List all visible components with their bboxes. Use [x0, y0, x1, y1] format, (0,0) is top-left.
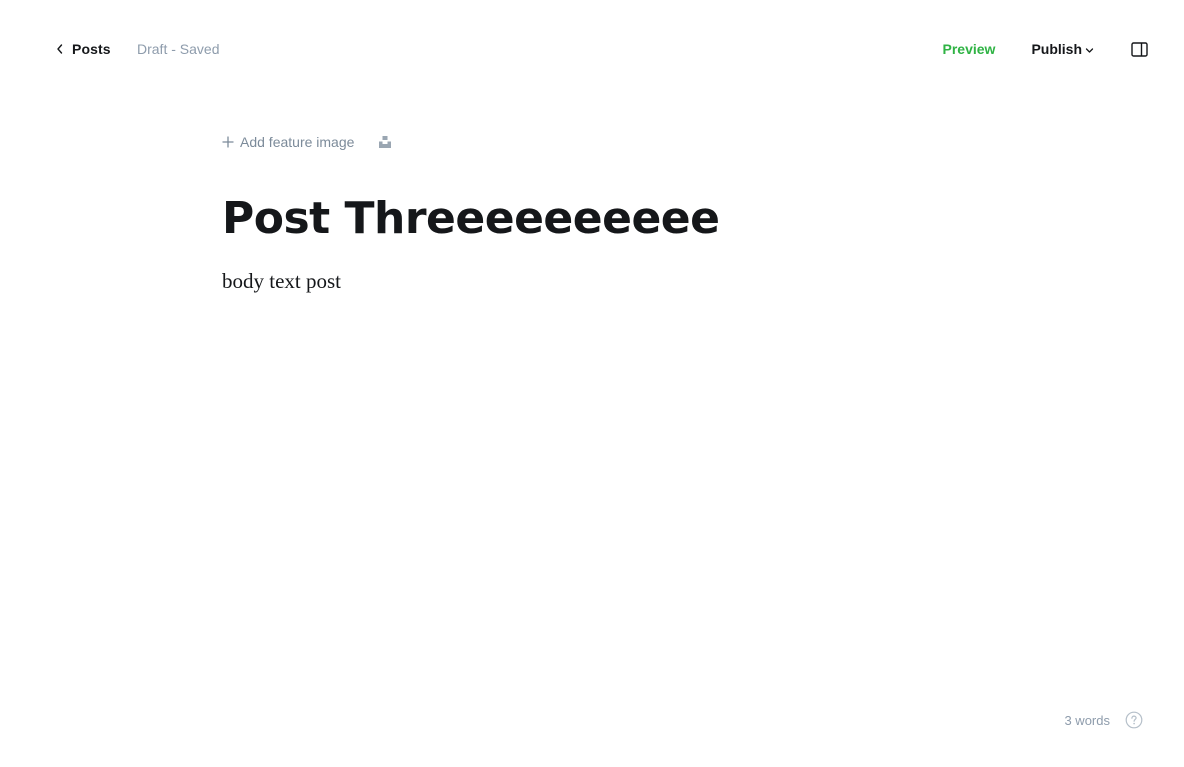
- word-count: 3 words: [1064, 712, 1110, 728]
- publish-button[interactable]: Publish: [1031, 41, 1094, 57]
- editor-footer: 3 words: [1064, 709, 1143, 731]
- publish-button-label: Publish: [1031, 41, 1082, 57]
- save-status: Draft - Saved: [137, 41, 220, 57]
- sidebar-toggle-button[interactable]: [1130, 41, 1148, 57]
- post-title[interactable]: Post Threeeeeeeeee: [222, 188, 982, 250]
- header-actions: Preview Publish: [943, 36, 1149, 62]
- feature-image-row: Add feature image: [222, 131, 392, 153]
- unsplash-button[interactable]: [378, 135, 392, 149]
- chevron-down-icon: [1085, 48, 1094, 53]
- sidebar-toggle-icon: [1130, 41, 1148, 57]
- post-body-editor[interactable]: body text post: [222, 266, 982, 296]
- help-circle-icon[interactable]: [1125, 711, 1143, 729]
- back-link-label: Posts: [72, 41, 111, 57]
- chevron-left-icon: [57, 44, 63, 54]
- add-feature-image-label: Add feature image: [240, 134, 355, 150]
- unsplash-icon: [379, 136, 392, 148]
- preview-button[interactable]: Preview: [943, 41, 996, 57]
- editor-header: Posts Draft - Saved Preview Publish: [0, 0, 1184, 98]
- back-to-posts-link[interactable]: Posts: [55, 38, 111, 60]
- add-feature-image-button[interactable]: Add feature image: [222, 134, 354, 150]
- plus-icon: [222, 136, 234, 148]
